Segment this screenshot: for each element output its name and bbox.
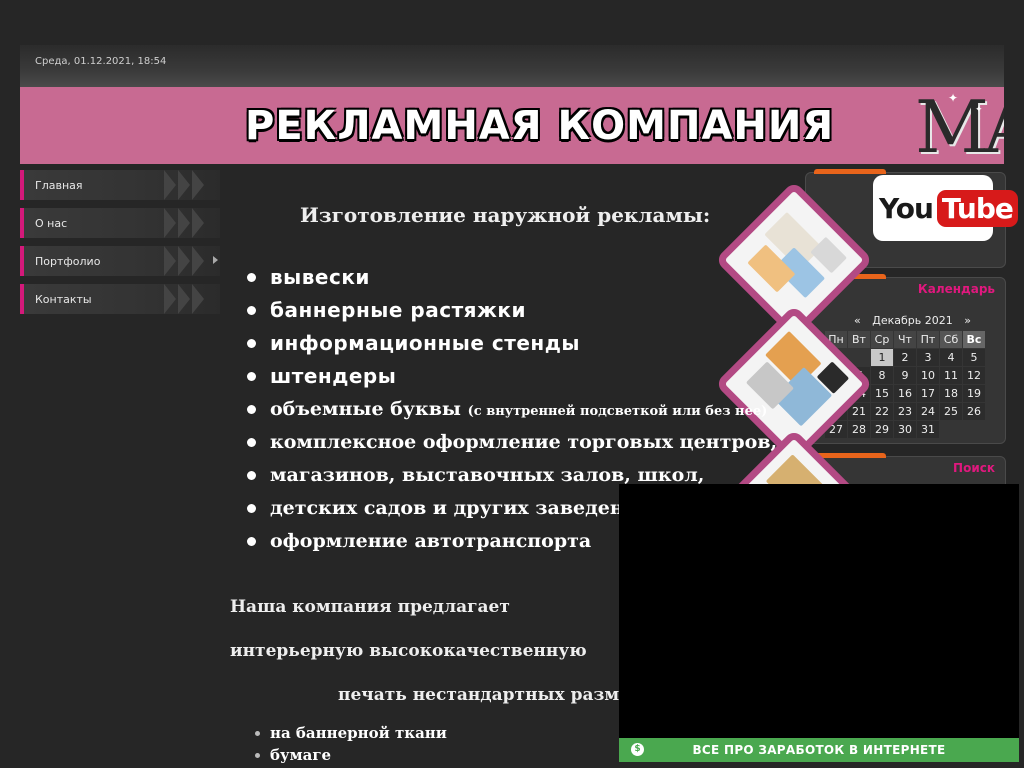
calendar-day[interactable]: 19 [963,385,985,402]
calendar-day[interactable]: 24 [917,403,939,420]
page-heading: Изготовление наружной рекламы: [300,203,711,227]
materials-list: на баннерной ткани бумаге [255,722,447,766]
calendar-day[interactable]: 11 [940,367,962,384]
sidebar-item-label: Контакты [35,292,92,306]
calendar-empty-cell [963,421,985,438]
site-logo[interactable]: МАГ [915,87,1004,164]
date-time: Среда, 01.12.2021, 18:54 [35,56,167,67]
panel-tab [814,169,886,174]
calendar-day[interactable]: 28 [848,421,870,438]
ad-overlay[interactable]: $ ВСЕ ПРО ЗАРАБОТОК В ИНТЕРНЕТЕ [619,484,1019,762]
list-item: вывески [245,262,777,295]
youtube-tube: Tube [936,189,1018,227]
header-banner: РЕКЛАМНАЯ КОМПАНИЯ МАГ ✦ ✦ [20,87,1004,164]
sidebar-item-home[interactable]: Главная [20,170,220,200]
calendar-prev-button[interactable]: « [854,314,861,327]
sidebar-item-portfolio[interactable]: Портфолио [20,246,220,276]
list-item: баннерные растяжки [245,295,777,328]
chevrons-icon [164,246,214,276]
list-item-note: (с внутренней подсветкой или без нее) [467,404,768,419]
sparkle-icon: ✦ [948,91,959,105]
calendar-day[interactable]: 10 [917,367,939,384]
intro-paragraph: интерьерную высококачественную [230,641,587,661]
calendar-day[interactable]: 16 [894,385,916,402]
sidebar-item-about[interactable]: О нас [20,208,220,238]
calendar-empty-cell [940,421,962,438]
sidebar-item-label: Портфолио [35,254,101,268]
calendar-nav: « Декабрь 2021 » [850,314,975,327]
chevrons-icon [164,284,214,314]
weekday: Ср [871,331,893,348]
sparkle-icon: ✦ [975,105,983,115]
calendar-day[interactable]: 22 [871,403,893,420]
calendar-day[interactable]: 12 [963,367,985,384]
list-item-text: объемные буквы [270,398,461,420]
weekday: Сб [940,331,962,348]
calendar-day[interactable]: 18 [940,385,962,402]
sidebar-item-label: Главная [35,178,83,192]
weekday: Чт [894,331,916,348]
list-item: информационные стенды [245,328,777,361]
calendar-day[interactable]: 3 [917,349,939,366]
list-item: комплексное оформление торговых центров, [245,427,777,460]
calendar-day[interactable]: 4 [940,349,962,366]
list-item: на баннерной ткани [255,722,447,744]
calendar-month: Декабрь 2021 [872,314,953,327]
calendar-day[interactable]: 26 [963,403,985,420]
submenu-arrow-icon [213,256,218,264]
list-item: объемные буквы (с внутренней подсветкой … [245,394,777,427]
dollar-icon: $ [631,743,644,756]
calendar-next-button[interactable]: » [964,314,971,327]
calendar-day[interactable]: 17 [917,385,939,402]
list-item: штендеры [245,361,777,394]
site-title: РЕКЛАМНАЯ КОМПАНИЯ [245,103,835,149]
sidebar-nav: Главная О нас Портфолио Контакты [20,170,220,322]
sidebar-item-label: О нас [35,216,68,230]
intro-paragraph: печать нестандартных размер [338,685,642,705]
calendar-day[interactable]: 1 [871,349,893,366]
weekday: Вт [848,331,870,348]
calendar-title: Календарь [917,282,995,296]
sidebar-item-contacts[interactable]: Контакты [20,284,220,314]
weekday: Пт [917,331,939,348]
calendar-day[interactable]: 2 [894,349,916,366]
panel-tab [814,453,886,458]
calendar-day[interactable]: 29 [871,421,893,438]
calendar-day[interactable]: 25 [940,403,962,420]
calendar-day[interactable]: 30 [894,421,916,438]
calendar-day[interactable]: 23 [894,403,916,420]
search-title: Поиск [953,461,995,475]
chevrons-icon [164,170,214,200]
youtube-logo[interactable]: You Tube [873,175,1018,241]
intro-paragraph: Наша компания предлагает [230,597,510,617]
calendar-day[interactable]: 5 [963,349,985,366]
chevrons-icon [164,208,214,238]
youtube-you: You [879,191,934,225]
calendar-day[interactable]: 31 [917,421,939,438]
ad-banner-text: ВСЕ ПРО ЗАРАБОТОК В ИНТЕРНЕТЕ [692,743,946,757]
calendar-day[interactable]: 15 [871,385,893,402]
list-item: бумаге [255,744,447,766]
calendar-day[interactable]: 9 [894,367,916,384]
top-bar: Среда, 01.12.2021, 18:54 [20,45,1004,87]
ad-banner-button[interactable]: $ ВСЕ ПРО ЗАРАБОТОК В ИНТЕРНЕТЕ [619,738,1019,762]
weekday: Вс [963,331,985,348]
calendar-day[interactable]: 8 [871,367,893,384]
